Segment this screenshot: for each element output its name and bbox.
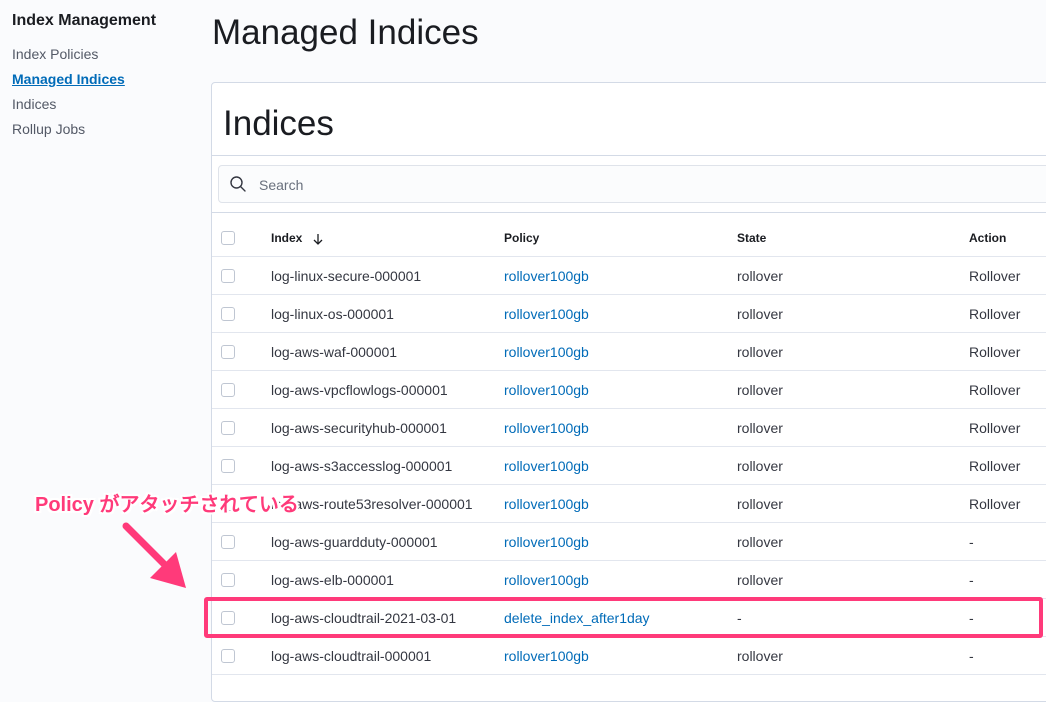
row-state: rollover <box>737 648 783 664</box>
sidebar-item-index-policies[interactable]: Index Policies <box>12 46 98 62</box>
row-action: Rollover <box>969 344 1021 360</box>
row-action: - <box>969 572 974 588</box>
sort-down-icon <box>313 233 323 245</box>
row-policy-link[interactable]: rollover100gb <box>504 447 589 485</box>
row-action: Rollover <box>969 306 1021 322</box>
row-action: - <box>969 534 974 550</box>
table-row: log-aws-elb-000001 rollover100gb rollover - <box>212 561 1046 599</box>
row-checkbox[interactable] <box>221 459 235 473</box>
sidebar-item-indices[interactable]: Indices <box>12 96 56 112</box>
row-state: rollover <box>737 496 783 512</box>
column-header-index[interactable]: Index <box>271 219 324 257</box>
row-policy-link[interactable]: rollover100gb <box>504 561 589 599</box>
row-index-name: log-aws-securityhub-000001 <box>271 420 447 436</box>
sidebar-item-managed-indices[interactable]: Managed Indices <box>12 71 125 87</box>
row-index-name: log-linux-secure-000001 <box>271 268 422 284</box>
row-action: Rollover <box>969 382 1021 398</box>
row-action: Rollover <box>969 496 1021 512</box>
row-index-name: log-aws-waf-000001 <box>271 344 398 360</box>
table-row: log-linux-os-000001 rollover100gb rollover… <box>212 295 1046 333</box>
row-checkbox[interactable] <box>221 307 235 321</box>
column-header-action[interactable]: Action <box>969 219 1006 257</box>
row-policy-link[interactable]: rollover100gb <box>504 523 589 561</box>
row-checkbox[interactable] <box>221 345 235 359</box>
select-all-checkbox[interactable] <box>221 231 235 245</box>
row-policy-link[interactable]: rollover100gb <box>504 333 589 371</box>
row-policy-link[interactable]: rollover100gb <box>504 637 589 675</box>
table-row: log-aws-waf-000001 rollover100gb rollover R… <box>212 333 1046 371</box>
highlight-box <box>204 597 1043 638</box>
row-policy-link[interactable]: rollover100gb <box>504 257 589 295</box>
row-state: rollover <box>737 458 783 474</box>
search-icon <box>230 176 246 192</box>
row-action: Rollover <box>969 420 1021 436</box>
row-index-name: log-aws-cloudtrail-000001 <box>271 648 432 664</box>
row-checkbox[interactable] <box>221 649 235 663</box>
search-divider <box>212 212 1046 213</box>
row-state: rollover <box>737 572 783 588</box>
table-row: log-aws-securityhub-000001 rollover100gb r… <box>212 409 1046 447</box>
table-row: log-aws-cloudtrail-000001 rollover100gb ro… <box>212 637 1046 675</box>
row-policy-link[interactable]: rollover100gb <box>504 295 589 333</box>
row-state: rollover <box>737 344 783 360</box>
row-policy-link[interactable]: rollover100gb <box>504 409 589 447</box>
table-header-row: Index Policy State Action <box>212 219 1046 257</box>
row-policy-link[interactable]: rollover100gb <box>504 485 589 523</box>
column-header-state[interactable]: State <box>737 219 766 257</box>
row-checkbox[interactable] <box>221 573 235 587</box>
annotation-label: Policy がアタッチされている <box>35 494 299 516</box>
table-row: log-aws-route53resolver-000001 rollover10… <box>212 485 1046 523</box>
panel-divider <box>212 155 1046 156</box>
search-box[interactable] <box>218 165 1046 204</box>
column-header-policy[interactable]: Policy <box>504 219 539 257</box>
row-index-name: log-aws-route53resolver-000001 <box>271 496 473 512</box>
row-index-name: log-aws-s3accesslog-000001 <box>271 458 453 474</box>
table-row: log-aws-s3accesslog-000001 rollover100gb r… <box>212 447 1046 485</box>
row-state: rollover <box>737 420 783 436</box>
row-policy-link[interactable]: rollover100gb <box>504 371 589 409</box>
panel-title: Indices <box>223 104 334 143</box>
row-checkbox[interactable] <box>221 535 235 549</box>
row-checkbox[interactable] <box>221 269 235 283</box>
column-header-index-label: Index <box>271 231 303 245</box>
row-state: rollover <box>737 268 783 284</box>
row-action: - <box>969 648 974 664</box>
row-action: Rollover <box>969 458 1021 474</box>
row-checkbox[interactable] <box>221 421 235 435</box>
row-index-name: log-aws-guardduty-000001 <box>271 534 438 550</box>
annotation-arrow-icon <box>122 522 186 588</box>
sidebar-title: Index Management <box>12 12 157 29</box>
row-state: rollover <box>737 306 783 322</box>
table-row: log-aws-guardduty-000001 rollover100gb rol… <box>212 523 1046 561</box>
page-title: Managed Indices <box>212 13 479 52</box>
row-state: rollover <box>737 382 783 398</box>
row-index-name: log-linux-os-000001 <box>271 306 394 322</box>
table-row: log-linux-secure-000001 rollover100gb roll… <box>212 257 1046 295</box>
table-row: log-aws-vpcflowlogs-000001 rollover100gb r… <box>212 371 1046 409</box>
search-input[interactable] <box>257 166 1041 204</box>
row-index-name: log-aws-vpcflowlogs-000001 <box>271 382 448 398</box>
row-action: Rollover <box>969 268 1021 284</box>
row-checkbox[interactable] <box>221 383 235 397</box>
sidebar-item-rollup-jobs[interactable]: Rollup Jobs <box>12 121 85 137</box>
row-index-name: log-aws-elb-000001 <box>271 572 394 588</box>
row-state: rollover <box>737 534 783 550</box>
